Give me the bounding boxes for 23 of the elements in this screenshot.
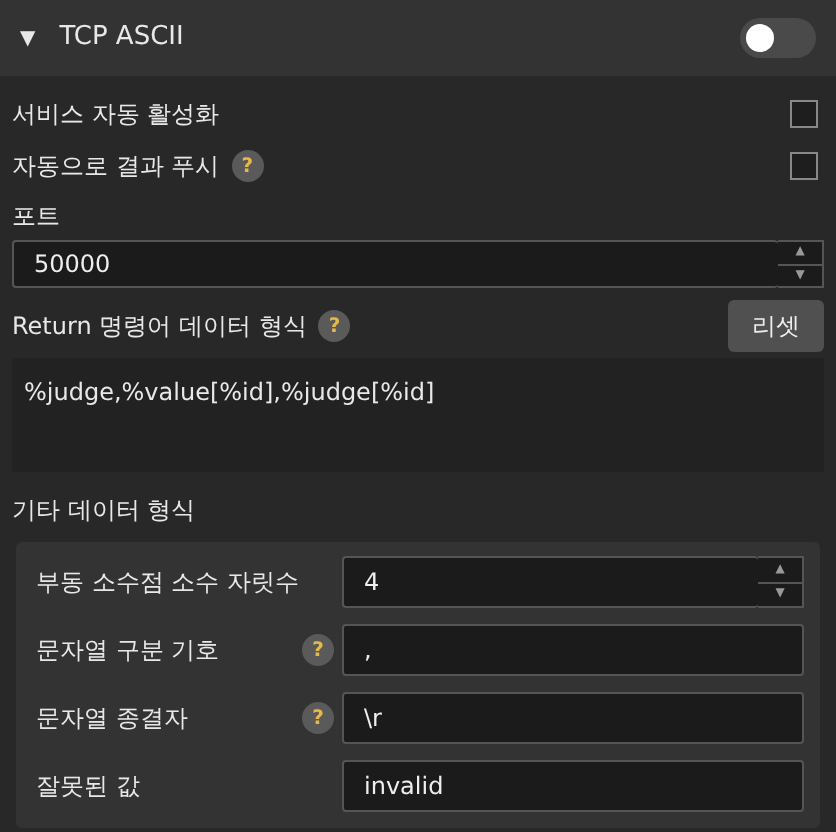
section-title: TCP ASCII xyxy=(59,20,186,57)
field-label: Return 명령어 데이터 형식 xyxy=(12,310,307,344)
collapse-arrow[interactable]: ▼ xyxy=(20,23,36,53)
help-icon[interactable]: ? xyxy=(302,702,334,734)
checkbox-label: 자동으로 결과 푸시 xyxy=(12,150,220,184)
checkbox[interactable] xyxy=(790,100,818,128)
section-label: 기타 데이터 형식 xyxy=(12,494,198,528)
checkbox[interactable] xyxy=(790,152,818,180)
help-icon[interactable]: ? xyxy=(231,150,264,182)
reset-button[interactable]: 리셋 xyxy=(728,300,824,352)
input-field[interactable]: \r xyxy=(342,692,804,744)
field-label: 잘못된 값 xyxy=(36,770,140,804)
input-field[interactable]: , xyxy=(342,624,804,676)
checkbox-label: 서비스 자동 활성화 xyxy=(12,98,220,132)
field-label: 문자열 구분 기호 xyxy=(36,634,220,668)
field-label: 포트 xyxy=(12,200,62,234)
input-field[interactable]: invalid xyxy=(342,760,804,812)
help-icon[interactable]: ? xyxy=(302,634,334,666)
format-text-area[interactable]: %judge,%value[%id],%judge[%id] xyxy=(12,358,824,472)
help-icon[interactable]: ? xyxy=(318,310,351,342)
field-label: 문자열 종결자 xyxy=(36,702,188,736)
field-label: 부동 소수점 소수 자릿수 xyxy=(36,566,299,600)
toggle-switch[interactable] xyxy=(740,18,816,58)
